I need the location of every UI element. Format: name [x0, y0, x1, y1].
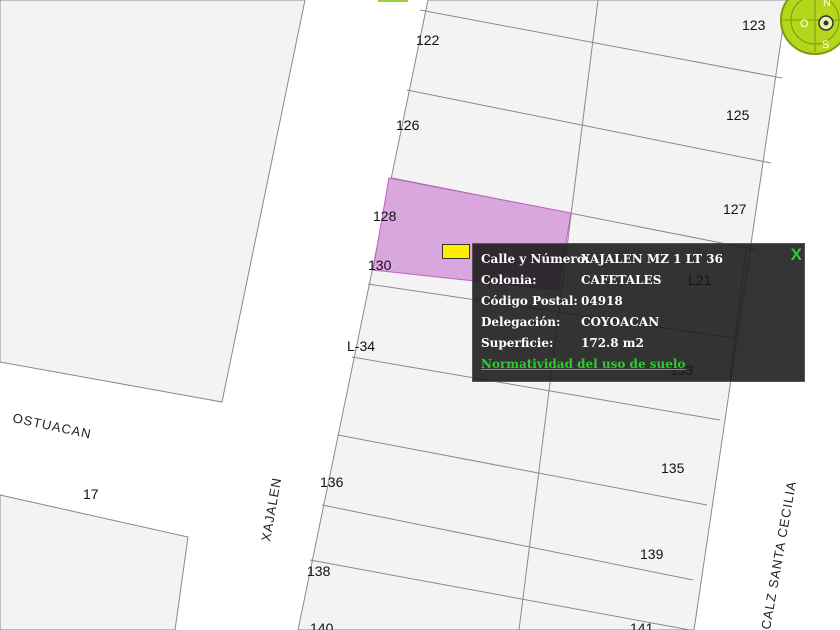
street-label-xajalen: XAJALEN [258, 476, 284, 542]
lot-number-label: 125 [726, 107, 750, 123]
info-row-superficie: Superficie: 172.8 m2 [481, 336, 644, 350]
compass-north-label: N [823, 0, 831, 9]
lot-number-label: L-34 [347, 338, 375, 354]
info-value: COYOACAN [581, 315, 660, 329]
top-marker [378, 0, 408, 2]
parcel-info-popup: X Calle y Número:XAJALEN MZ 1 LT 36 Colo… [472, 243, 805, 382]
close-icon[interactable]: X [791, 246, 802, 263]
city-block-southwest [0, 494, 189, 630]
land-use-link[interactable]: Normatividad del uso de suelo [481, 357, 685, 371]
lot-number-label: 122 [416, 32, 440, 48]
info-row-delegacion: Delegación: COYOACAN [481, 315, 659, 329]
lot-number-label: 128 [373, 208, 397, 224]
street-label-calz-santa-cecilia: CALZ SANTA CECILIA [758, 480, 799, 630]
info-row-address: Calle y Número:XAJALEN MZ 1 LT 36 [481, 252, 723, 266]
info-value: CAFETALES [581, 273, 662, 287]
lot-number-label: 123 [742, 17, 766, 33]
info-key: Código Postal: [481, 294, 578, 308]
lot-number-label: 135 [661, 460, 685, 476]
lot-number-label: 136 [320, 474, 344, 490]
info-value: 04918 [581, 294, 623, 308]
info-row-colonia: Colonia: CAFETALES [481, 273, 661, 287]
lot-number-label: 141 [630, 620, 654, 630]
info-key: Calle y Número: [481, 252, 590, 266]
info-key: Colonia: [481, 273, 537, 287]
street-label-ostuacan: OSTUACAN [11, 410, 93, 441]
info-value: 172.8 m2 [581, 336, 644, 350]
lot-number-label: 127 [723, 201, 747, 217]
compass-south-label: S [822, 39, 829, 51]
lot-number-label: 130 [368, 257, 392, 273]
lot-number-label: 139 [640, 546, 664, 562]
city-block-west [0, 0, 306, 403]
compass-icon[interactable]: N O S [779, 0, 840, 56]
lot-number-label: 140 [310, 620, 334, 630]
lot-number-label: 138 [307, 563, 331, 579]
parcel-marker-icon[interactable] [442, 244, 470, 259]
info-key: Delegación: [481, 315, 561, 329]
info-row-postal-code: Código Postal: 04918 [481, 294, 623, 308]
info-value: XAJALEN MZ 1 LT 36 [581, 252, 723, 266]
land-use-link-row: Normatividad del uso de suelo [481, 357, 685, 371]
lot-number-label: 17 [83, 486, 99, 502]
compass-west-label: O [800, 18, 809, 30]
lot-number-label: 126 [396, 117, 420, 133]
info-key: Superficie: [481, 336, 554, 350]
